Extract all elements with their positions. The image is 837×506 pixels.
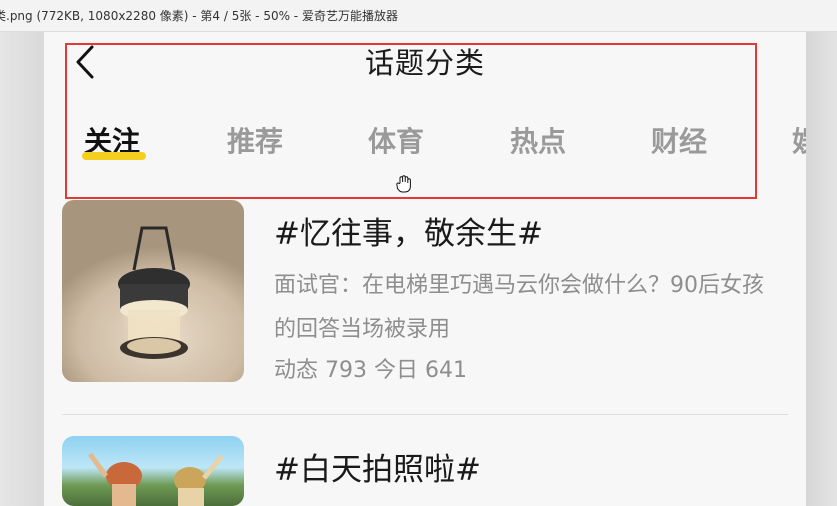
topic-description: 面试官：在电梯里巧遇马云你会做什么？90后女孩的回答当场被录用 (274, 273, 764, 342)
lantern-image (118, 226, 190, 359)
tab-sports[interactable]: 体育 (368, 120, 424, 160)
hand-cursor-icon (396, 175, 411, 193)
tab-entertainment[interactable]: 娱 (792, 120, 806, 160)
tab-finance[interactable]: 财经 (651, 120, 707, 160)
active-tab-indicator (82, 152, 146, 160)
viewer-background-left (0, 32, 44, 506)
page-title: 话题分类 (364, 46, 485, 80)
topic-title: #白天拍照啦# (274, 452, 481, 488)
people-photo-image (87, 452, 224, 506)
topic-stats: 动态 793 今日 641 (274, 358, 467, 383)
app-screen: 话题分类 关注 推荐 体育 热点 财经 娱 #忆往事，敬余生# 面试官：在电梯里… (44, 32, 806, 506)
category-tabs: 关注 推荐 体育 热点 财经 娱 (44, 120, 806, 164)
tab-recommend[interactable]: 推荐 (227, 120, 283, 160)
viewer-background-right (806, 32, 837, 506)
topic-thumbnail (62, 436, 244, 506)
topic-title: #忆往事，敬余生# (274, 216, 543, 252)
viewer-titlebar: 类.png (772KB, 1080x2280 像素) - 第4 / 5张 - … (0, 0, 837, 32)
tab-hot[interactable]: 热点 (510, 120, 566, 160)
viewer-title-text: 类.png (772KB, 1080x2280 像素) - 第4 / 5张 - … (0, 9, 398, 23)
list-divider (62, 414, 788, 415)
topic-thumbnail (62, 200, 244, 382)
